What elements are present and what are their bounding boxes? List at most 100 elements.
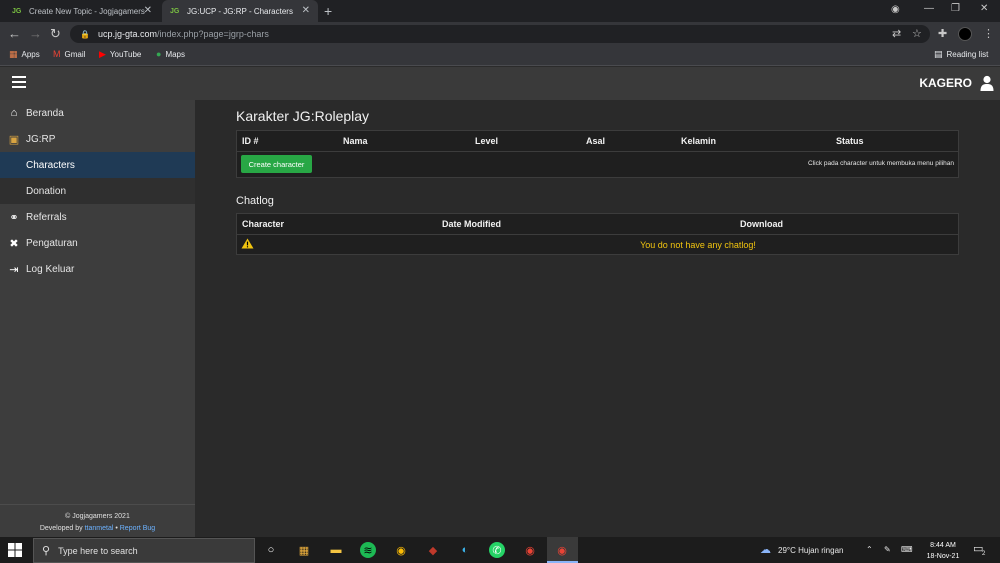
app-header xyxy=(0,67,1000,100)
tray-chevron-icon[interactable]: ⌃ xyxy=(866,545,873,554)
bookmark-apps[interactable]: ▦ Apps xyxy=(9,49,40,60)
spotify-icon[interactable]: ≋ xyxy=(360,542,376,558)
bookmark-label: YouTube xyxy=(109,50,142,59)
col-date-modified: Date Modified xyxy=(442,219,502,229)
translate-icon[interactable]: ⇄ xyxy=(892,27,901,40)
developer-credit: Developed by ttanmetal • Report Bug xyxy=(0,523,195,535)
tab-title: JG:UCP - JG:RP - Characters xyxy=(187,6,293,16)
address-path: /index.php?page=jgrp-chars xyxy=(157,29,269,39)
browser-tab-characters[interactable]: JG JG:UCP - JG:RP - Characters ✕ xyxy=(162,0,318,22)
tab-favicon: JG xyxy=(170,7,180,15)
sidebar-item-label: Characters xyxy=(26,159,75,171)
search-placeholder: Type here to search xyxy=(58,545,138,556)
character-hint: Click pada character untuk membuka menu … xyxy=(808,160,954,167)
sidebar-item-logout[interactable]: ⇥ Log Keluar xyxy=(0,256,195,282)
bookmark-maps[interactable]: ● Maps xyxy=(156,49,185,59)
close-tab-icon[interactable]: ✕ xyxy=(144,5,152,16)
sidebar-item-jgrp[interactable]: ▣ JG:RP xyxy=(0,126,195,152)
separator: • xyxy=(115,525,118,532)
bookmarks-bar xyxy=(0,46,1000,66)
address-bar[interactable]: 🔒 ucp.jg-gta.com /index.php?page=jgrp-ch… xyxy=(70,25,930,43)
youtube-icon: ▶ xyxy=(99,49,106,59)
sidebar-item-label: Beranda xyxy=(26,107,64,119)
sidebar-item-label: Log Keluar xyxy=(26,263,75,275)
create-character-button[interactable]: Create character xyxy=(241,155,312,173)
col-asal: Asal xyxy=(586,136,606,146)
app-icon[interactable]: ◆ xyxy=(424,541,442,559)
sidebar-item-pengaturan[interactable]: ✖ Pengaturan xyxy=(0,230,195,256)
no-chatlog-message: You do not have any chatlog! xyxy=(640,240,756,250)
new-tab-button[interactable]: + xyxy=(324,3,332,19)
bookmark-label: Gmail xyxy=(64,49,86,59)
task-view-icon[interactable]: ○ xyxy=(262,541,280,559)
sidebar-item-characters[interactable]: Characters xyxy=(0,152,195,178)
close-window-icon[interactable]: ✕ xyxy=(980,3,988,14)
handshake-icon: ⚭ xyxy=(9,211,19,224)
minimize-icon[interactable]: — xyxy=(924,3,934,14)
taskbar-search-box[interactable]: ⚲ Type here to search xyxy=(33,538,255,563)
menu-toggle-icon[interactable] xyxy=(12,76,26,88)
store-icon[interactable]: ▦ xyxy=(295,541,313,559)
browser-tab-create-topic[interactable]: JG Create New Topic - Jogjagamers ✕ xyxy=(4,0,160,22)
col-nama: Nama xyxy=(343,136,368,146)
chrome-profile-icon[interactable]: ◉ xyxy=(521,541,539,559)
profile-avatar[interactable] xyxy=(958,27,972,41)
home-icon: ⌂ xyxy=(10,107,18,119)
user-icon[interactable] xyxy=(980,75,994,91)
bookmark-label: Apps xyxy=(21,50,40,59)
developer-link[interactable]: ttanmetal xyxy=(85,525,114,532)
copyright-text: © Jogjagamers 2021 xyxy=(65,513,130,520)
sidebar-item-donation[interactable]: Donation xyxy=(0,178,195,204)
address-host: ucp.jg-gta.com xyxy=(97,29,157,39)
sidebar-item-beranda[interactable]: ⌂ Beranda xyxy=(0,100,195,126)
tab-favicon: JG xyxy=(12,7,22,15)
report-bug-link[interactable]: Report Bug xyxy=(120,525,155,532)
sidebar-item-label: JG:RP xyxy=(26,133,56,145)
system-clock[interactable]: 8:44 AM 18-Nov-21 xyxy=(918,540,968,562)
sidebar-item-referrals[interactable]: ⚭ Referrals xyxy=(0,204,195,230)
chatlog-title: Chatlog xyxy=(236,195,274,207)
col-character: Character xyxy=(242,219,285,229)
forward-icon[interactable]: → xyxy=(29,26,42,41)
warning-icon xyxy=(241,238,254,249)
bookmark-gmail[interactable]: M Gmail xyxy=(53,49,85,59)
characters-title: Karakter JG:Roleplay xyxy=(236,108,370,124)
chrome-icon[interactable]: ◉ xyxy=(392,541,410,559)
col-download: Download xyxy=(740,219,783,229)
pen-icon[interactable]: ✎ xyxy=(884,545,891,554)
gmail-icon: M xyxy=(53,49,61,59)
reading-list-button[interactable]: ▤ Reading list xyxy=(934,49,988,60)
restore-icon[interactable]: ❐ xyxy=(951,3,960,14)
weather-text[interactable]: 29°C Hujan ringan xyxy=(778,546,843,555)
file-explorer-icon[interactable]: ▬ xyxy=(327,541,345,559)
sidebar-item-label: Donation xyxy=(26,185,67,197)
chrome-active-icon[interactable]: ◉ xyxy=(553,541,571,559)
sidebar-item-label: Referrals xyxy=(26,211,67,223)
more-menu-icon[interactable]: ⋮ xyxy=(983,27,994,40)
tab-search-icon[interactable]: ◉ xyxy=(891,4,900,15)
notification-count: 2 xyxy=(982,551,986,557)
bookmark-youtube[interactable]: ▶ YouTube xyxy=(99,49,141,60)
reading-list-label: Reading list xyxy=(946,50,989,59)
sidebar-item-label: Pengaturan xyxy=(26,237,78,249)
col-level: Level xyxy=(475,136,499,146)
apps-grid-icon: ▦ xyxy=(9,49,18,59)
whatsapp-icon[interactable]: ✆ xyxy=(489,542,505,558)
col-status: Status xyxy=(836,136,864,146)
close-tab-icon[interactable]: ✕ xyxy=(302,5,310,16)
clock-time: 8:44 AM xyxy=(930,542,956,549)
bookmark-label: Maps xyxy=(165,49,185,59)
username[interactable]: KAGERO xyxy=(900,76,972,90)
back-icon[interactable]: ← xyxy=(8,26,21,41)
keyboard-icon[interactable]: ⌨ xyxy=(901,545,913,554)
tools-icon: ✖ xyxy=(9,237,19,250)
edge-icon[interactable]: ◐ xyxy=(456,541,474,559)
extensions-icon[interactable]: ✚ xyxy=(938,27,947,40)
tab-title: Create New Topic - Jogjagamers xyxy=(29,6,145,16)
bookmark-star-icon[interactable]: ☆ xyxy=(912,27,922,40)
reload-icon[interactable]: ↻ xyxy=(50,26,61,42)
windows-start-icon[interactable] xyxy=(8,543,22,557)
col-id: ID # xyxy=(242,136,259,146)
logout-icon: ⇥ xyxy=(9,263,19,276)
game-icon: ▣ xyxy=(8,133,20,146)
